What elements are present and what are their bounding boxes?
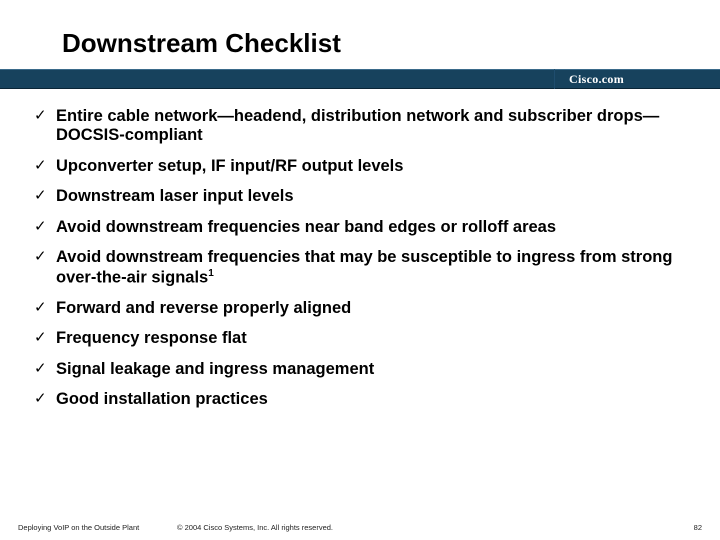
checklist-item: Signal leakage and ingress management xyxy=(34,360,686,379)
title-bar-right: Cisco.com xyxy=(555,69,720,89)
checklist-text: Signal leakage and ingress management xyxy=(56,360,374,378)
checklist-text: Forward and reverse properly aligned xyxy=(56,299,351,317)
title-bar: Cisco.com xyxy=(0,69,720,89)
slide: Downstream Checklist Cisco.com Entire ca… xyxy=(0,0,720,540)
footer-page-number: 82 xyxy=(662,523,702,532)
checklist-text: Entire cable network—headend, distributi… xyxy=(56,107,659,144)
checklist-item: Good installation practices xyxy=(34,390,686,409)
footnote-ref: 1 xyxy=(208,268,214,279)
footer-session: Deploying VoIP on the Outside Plant xyxy=(18,523,173,532)
checklist-item: Avoid downstream frequencies near band e… xyxy=(34,218,686,237)
checklist-text: Avoid downstream frequencies near band e… xyxy=(56,218,556,236)
slide-title: Downstream Checklist xyxy=(62,28,720,59)
checklist-text: Good installation practices xyxy=(56,390,268,408)
checklist-text: Frequency response flat xyxy=(56,329,247,347)
checklist-item: Avoid downstream frequencies that may be… xyxy=(34,248,686,287)
checklist-text: Avoid downstream frequencies that may be… xyxy=(56,248,672,286)
footer: Deploying VoIP on the Outside Plant © 20… xyxy=(0,523,720,532)
brand-label: Cisco.com xyxy=(569,72,624,87)
checklist-text: Upconverter setup, IF input/RF output le… xyxy=(56,157,403,175)
footer-copyright: © 2004 Cisco Systems, Inc. All rights re… xyxy=(173,523,662,532)
title-zone: Downstream Checklist xyxy=(0,0,720,59)
checklist-item: Frequency response flat xyxy=(34,329,686,348)
checklist-item: Upconverter setup, IF input/RF output le… xyxy=(34,157,686,176)
checklist: Entire cable network—headend, distributi… xyxy=(34,107,686,410)
content-area: Entire cable network—headend, distributi… xyxy=(0,89,720,410)
checklist-item: Downstream laser input levels xyxy=(34,187,686,206)
title-bar-left xyxy=(0,69,554,89)
checklist-item: Entire cable network—headend, distributi… xyxy=(34,107,686,146)
checklist-text: Downstream laser input levels xyxy=(56,187,294,205)
checklist-item: Forward and reverse properly aligned xyxy=(34,299,686,318)
